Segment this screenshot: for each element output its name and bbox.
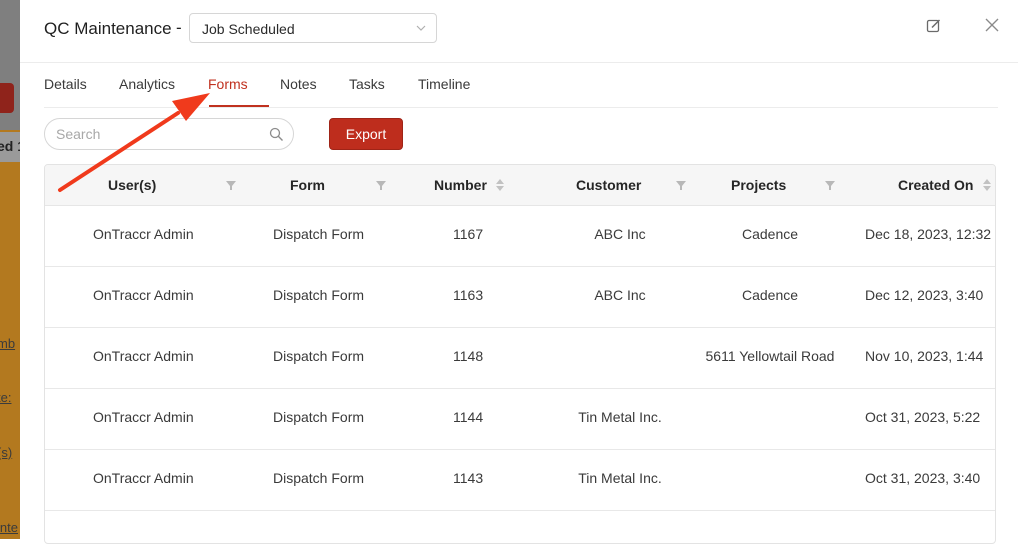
active-tab-indicator <box>209 105 269 107</box>
filter-icon[interactable] <box>226 179 236 191</box>
cell-number: 1148 <box>453 348 484 364</box>
cell-created-on: Oct 31, 2023, 3:40 <box>865 470 981 486</box>
job-modal: QC Maintenance - Job Scheduled Details A… <box>20 0 1018 544</box>
table-row[interactable]: OnTraccr Admin Dispatch Form 1163 ABC In… <box>45 266 995 328</box>
status-select-value: Job Scheduled <box>202 21 295 37</box>
column-header-number[interactable]: Number <box>434 177 487 193</box>
chevron-down-icon <box>416 25 426 31</box>
cell-created-on: Dec 12, 2023, 3:40 <box>865 287 984 303</box>
background-app: ed 1 mb te: (s) inte <box>0 0 20 539</box>
filter-icon[interactable] <box>376 179 386 191</box>
edit-icon[interactable] <box>925 17 943 35</box>
filter-icon[interactable] <box>676 179 686 191</box>
modal-title: QC Maintenance <box>44 19 172 38</box>
column-header-users[interactable]: User(s) <box>108 177 156 193</box>
cell-user: OnTraccr Admin <box>93 287 194 303</box>
sort-icon[interactable] <box>495 179 505 191</box>
cell-created-on: Dec 18, 2023, 12:32 <box>865 226 992 242</box>
tab-tasks[interactable]: Tasks <box>349 76 385 92</box>
cell-customer: ABC Inc <box>594 226 646 242</box>
cell-created-on: Oct 31, 2023, 5:22 <box>865 409 981 425</box>
tab-forms[interactable]: Forms <box>208 76 248 92</box>
cell-user: OnTraccr Admin <box>93 348 194 364</box>
table-header: User(s) Form Number Customer Projects Cr… <box>45 165 995 206</box>
cell-user: OnTraccr Admin <box>93 409 194 425</box>
background-link: (s) <box>0 445 13 460</box>
background-link: te: <box>0 390 12 405</box>
background-link: inte <box>0 520 18 535</box>
background-strip: ed 1 <box>0 132 20 162</box>
search-input[interactable] <box>56 125 256 143</box>
export-button[interactable]: Export <box>329 118 403 150</box>
close-icon[interactable] <box>983 16 1001 34</box>
background-button <box>0 83 14 113</box>
table-row[interactable]: OnTraccr Admin Dispatch Form 1143 Tin Me… <box>45 449 995 511</box>
column-header-projects[interactable]: Projects <box>731 177 786 193</box>
cell-form: Dispatch Form <box>273 287 365 303</box>
cell-project: Cadence <box>741 287 799 303</box>
column-header-created-on[interactable]: Created On <box>898 177 973 193</box>
modal-header: QC Maintenance - Job Scheduled <box>20 0 1018 63</box>
tab-timeline[interactable]: Timeline <box>418 76 470 92</box>
cell-created-on: Nov 10, 2023, 1:44 <box>865 348 984 364</box>
search-box <box>44 118 294 150</box>
tab-analytics[interactable]: Analytics <box>119 76 175 92</box>
filter-icon[interactable] <box>825 179 835 191</box>
tab-details[interactable]: Details <box>44 76 87 92</box>
column-header-customer[interactable]: Customer <box>576 177 641 193</box>
background-link: mb <box>0 336 16 351</box>
cell-customer: Tin Metal Inc. <box>578 409 662 425</box>
cell-customer: ABC Inc <box>594 287 646 303</box>
search-icon[interactable] <box>269 127 284 142</box>
table-row[interactable]: OnTraccr Admin Dispatch Form 1144 Tin Me… <box>45 388 995 450</box>
cell-form: Dispatch Form <box>273 470 365 486</box>
tab-notes[interactable]: Notes <box>280 76 317 92</box>
cell-form: Dispatch Form <box>273 348 365 364</box>
cell-user: OnTraccr Admin <box>93 226 194 242</box>
forms-table: User(s) Form Number Customer Projects Cr… <box>44 164 996 544</box>
cell-form: Dispatch Form <box>273 409 365 425</box>
status-select[interactable]: Job Scheduled <box>189 13 437 43</box>
column-header-form[interactable]: Form <box>290 177 325 193</box>
cell-project: Cadence <box>741 226 799 242</box>
cell-project: 5611 Yellowtail Road <box>705 348 835 364</box>
cell-number: 1143 <box>453 470 484 486</box>
cell-form: Dispatch Form <box>273 226 365 242</box>
cell-user: OnTraccr Admin <box>93 470 194 486</box>
sort-icon[interactable] <box>982 179 992 191</box>
tab-bar: Details Analytics Forms Notes Tasks Time… <box>44 62 998 108</box>
cell-number: 1167 <box>453 226 484 242</box>
table-row[interactable]: OnTraccr Admin Dispatch Form 1167 ABC In… <box>45 205 995 267</box>
title-separator: - <box>176 18 182 37</box>
cell-customer: Tin Metal Inc. <box>578 470 662 486</box>
table-row[interactable]: OnTraccr Admin Dispatch Form 1148 5611 Y… <box>45 327 995 389</box>
cell-number: 1144 <box>453 409 484 425</box>
cell-number: 1163 <box>453 287 484 303</box>
background-strip-text: ed 1 <box>0 138 20 154</box>
